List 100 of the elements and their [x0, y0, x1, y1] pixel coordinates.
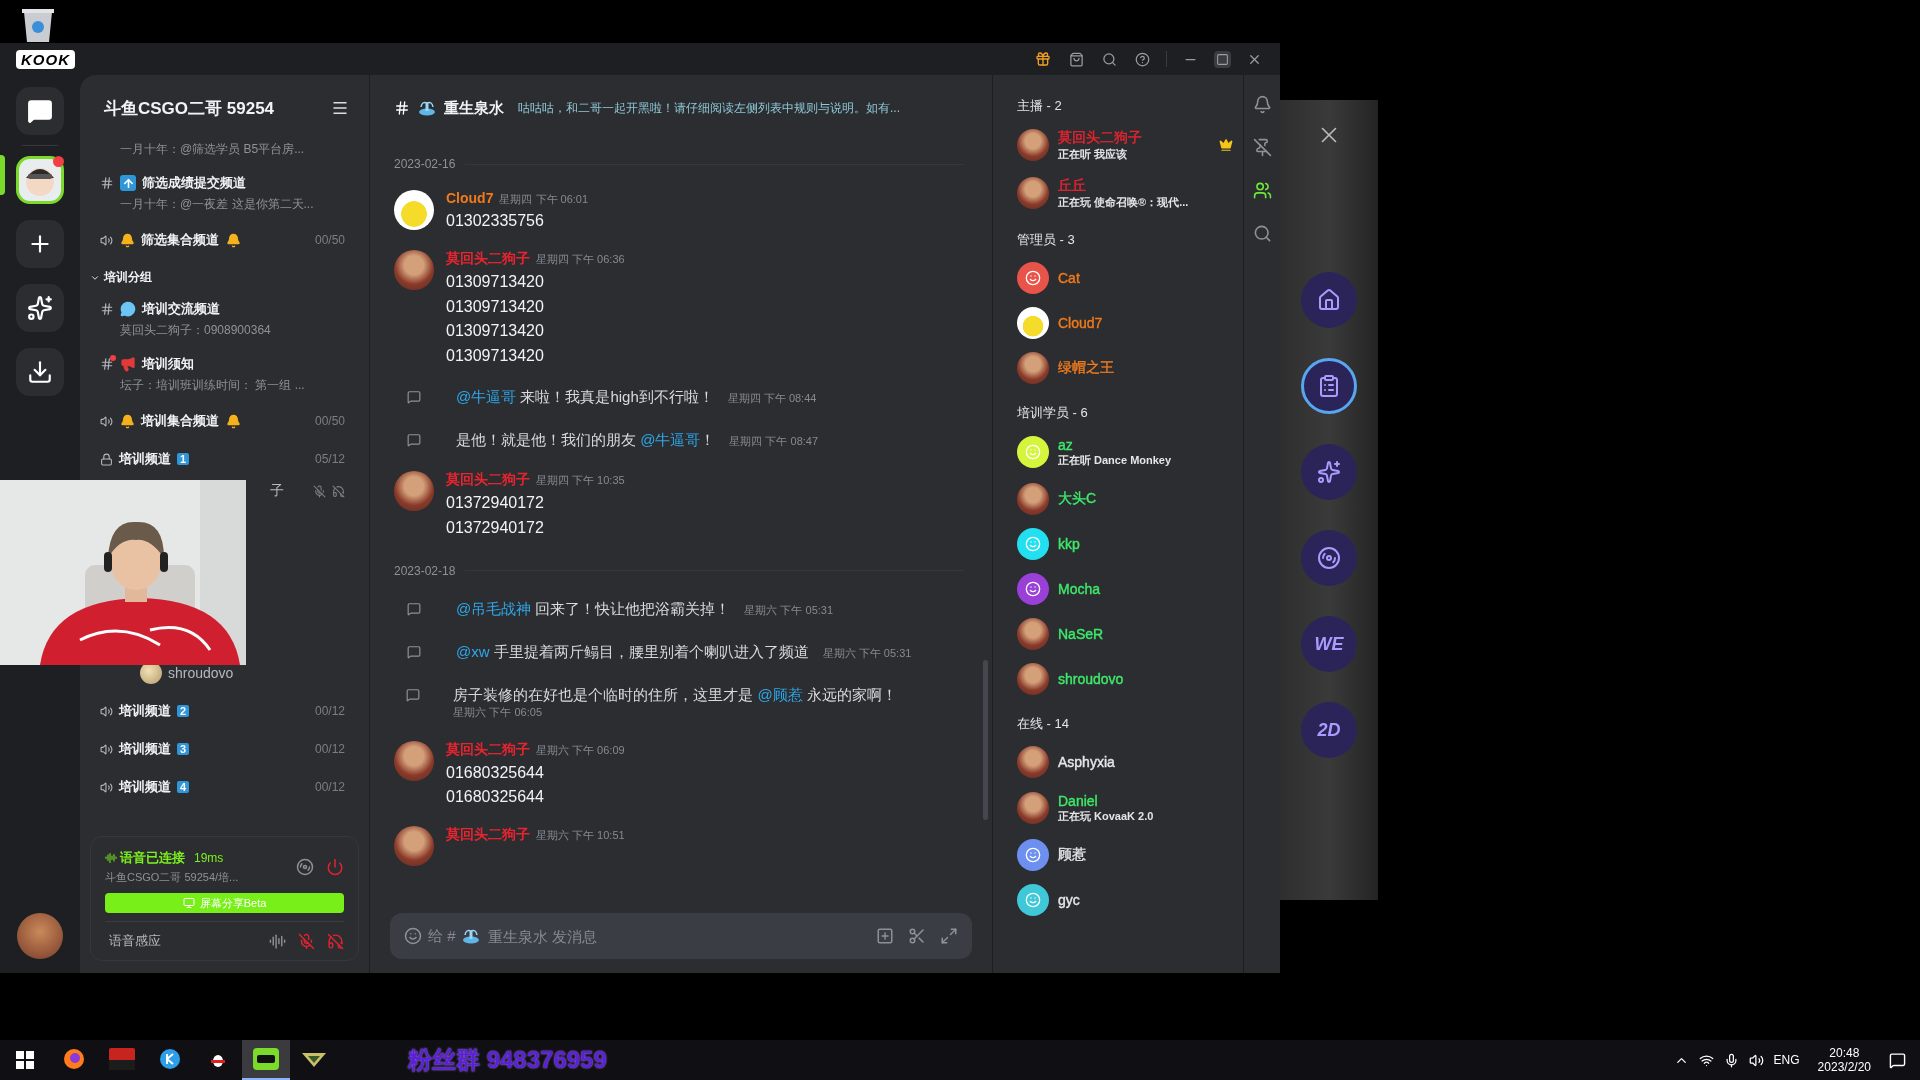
input-language[interactable]: ENG [1773, 1053, 1800, 1067]
voice-channel-item[interactable]: 培训频道 1 05/12 [100, 440, 345, 478]
member-item[interactable]: 顾惹 [1017, 832, 1233, 877]
member-item[interactable]: 丘丘 正在玩 使命召唤®：现代... [1017, 169, 1233, 217]
author-name[interactable]: Cloud7 [446, 190, 494, 206]
shop-icon[interactable] [1069, 51, 1084, 67]
member-item[interactable]: gyc [1017, 877, 1233, 922]
mention-link[interactable]: @吊毛战神 [456, 599, 532, 617]
member-activity: 正在听 Dance Monkey [1058, 452, 1173, 468]
member-item[interactable]: Mocha [1017, 566, 1233, 611]
voice-channel-item[interactable]: 培训频道 2 00/12 [100, 692, 345, 730]
notifications-icon[interactable] [1889, 1051, 1906, 1069]
speaker-icon [100, 414, 113, 428]
user-avatar[interactable] [394, 249, 434, 290]
overlay-button[interactable]: 2D [1301, 702, 1357, 758]
voice-user[interactable]: 子 [270, 482, 345, 500]
lock-icon [100, 452, 113, 466]
home-button[interactable] [1301, 272, 1357, 328]
mention-link[interactable]: @牛逼哥 [640, 431, 701, 448]
help-icon[interactable] [1135, 51, 1150, 67]
channel-preview: 坛子：培训班训练时间： 第一组 ... [119, 377, 306, 394]
server-icon[interactable] [16, 156, 64, 204]
voice-channel-item[interactable]: 培训频道 3 00/12 [100, 730, 345, 768]
mention-link[interactable]: @顾惹 [757, 685, 803, 703]
voice-activity-icon[interactable] [269, 932, 286, 950]
user-avatar[interactable] [394, 190, 434, 230]
message-field[interactable]: 重生泉水 发消息 [485, 926, 870, 946]
rail-button[interactable] [16, 220, 64, 268]
screenshot-icon[interactable] [908, 927, 926, 945]
member-item[interactable]: 绿帽之王 [1017, 345, 1233, 390]
voice-channel-item[interactable]: 筛选集合频道 00/50 [100, 221, 345, 259]
channel-item[interactable]: 培训交流频道 莫回头二狗子：0908900364 [100, 292, 345, 347]
rail-button[interactable] [16, 87, 64, 135]
unpin-button[interactable] [1252, 138, 1272, 157]
gift-icon[interactable] [1035, 51, 1051, 67]
user-avatar[interactable] [394, 471, 434, 511]
member-name: Cloud7 [1058, 314, 1103, 331]
mention-link[interactable]: @xw [456, 642, 490, 660]
member-item[interactable]: Cloud7 [1017, 300, 1233, 345]
channel-item[interactable]: 筛选成绩提交频道 一月十年：@一夜差 这是你第二天... [100, 166, 345, 221]
member-name: NaSeR [1058, 625, 1104, 642]
taskbar-app[interactable] [242, 1040, 290, 1080]
emoji-icon[interactable] [404, 927, 422, 945]
role-heading: 培训学员 - 6 [1017, 404, 1089, 422]
voice-channel-item[interactable]: 培训集合频道 00/50 [100, 402, 345, 440]
recycle-bin-icon[interactable] [20, 8, 56, 42]
member-item[interactable]: 大头C [1017, 476, 1233, 521]
channel-topic: 咕咕咕，和二哥一起开黑啦！请仔细阅读左侧列表中规则与说明。如有... [518, 99, 900, 117]
soundboard-icon[interactable] [296, 858, 314, 876]
volume-icon[interactable] [1748, 1052, 1764, 1068]
message-text: 01302335756 [446, 211, 545, 231]
user-avatar[interactable] [394, 826, 434, 867]
user-avatar[interactable] [394, 740, 434, 781]
member-item[interactable]: kkp [1017, 521, 1233, 566]
clock-date[interactable]: 2023/2/20 [1817, 1060, 1871, 1074]
menu-icon[interactable] [331, 99, 349, 117]
clock-time[interactable]: 20:48 [1829, 1046, 1860, 1060]
channel-item[interactable]: 培训须知 坛子：培训班训练时间： 第一组 ... [100, 347, 345, 402]
member-item[interactable]: az 正在听 Dance Monkey [1017, 428, 1233, 476]
shape-button[interactable] [1301, 530, 1357, 586]
maximize-icon[interactable] [1216, 52, 1229, 66]
server-name[interactable]: 斗鱼CSGO二哥 59254 [104, 96, 275, 120]
microphone-icon[interactable] [1723, 1052, 1739, 1068]
voice-mode[interactable]: 语音感应 [105, 932, 161, 950]
rail-button[interactable] [16, 348, 64, 396]
game-icon [302, 1050, 326, 1068]
network-icon[interactable] [1698, 1052, 1714, 1068]
timestamp: 星期四 下午 08:44 [727, 391, 817, 406]
member-item[interactable]: NaSeR [1017, 611, 1233, 656]
disconnect-icon[interactable] [326, 858, 344, 876]
mic-muted-icon[interactable] [298, 932, 315, 950]
members-button[interactable] [1252, 181, 1272, 200]
bell-button[interactable] [1252, 95, 1272, 114]
date-divider: 2023-02-18 [394, 563, 456, 578]
category-header[interactable]: 培训分组 [100, 259, 345, 292]
voice-channel-item[interactable]: 培训频道 4 00/12 [100, 768, 345, 806]
message-text: 01309713420 [446, 296, 545, 317]
member-item[interactable]: Daniel 正在玩 KovaaK 2.0 [1017, 784, 1233, 832]
overlay-button[interactable]: WE [1301, 616, 1357, 672]
rail-button[interactable] [16, 284, 64, 332]
headphone-muted-icon[interactable] [327, 932, 344, 950]
member-item[interactable]: shroudovo [1017, 656, 1233, 701]
system-message: 房子装修的在好也是个临时的住所，这里才是 @顾惹 永远的家啊！ [453, 685, 897, 705]
expand-icon[interactable] [940, 927, 958, 945]
member-activity: 正在玩 使命召唤®：现代... [1058, 194, 1190, 210]
message-text: 01309713420 [446, 321, 545, 342]
channel-number: 3 [177, 743, 190, 755]
attach-icon[interactable] [876, 927, 894, 945]
windows-start-icon[interactable] [16, 1051, 34, 1069]
member-item[interactable]: 莫回头二狗子 正在听 我应该 [1017, 121, 1233, 169]
mention-link[interactable]: @牛逼哥 [456, 388, 517, 405]
member-item[interactable]: Asphyxia [1017, 739, 1233, 784]
search-icon[interactable] [1102, 51, 1117, 67]
clipboard-button[interactable] [1301, 358, 1357, 414]
system-message-icon [407, 390, 421, 404]
search-button[interactable] [1252, 224, 1272, 243]
member-name: Cat [1058, 269, 1080, 286]
scrollbar[interactable] [983, 660, 988, 820]
member-item[interactable]: Cat [1017, 255, 1233, 300]
member-name: az [1058, 436, 1073, 453]
